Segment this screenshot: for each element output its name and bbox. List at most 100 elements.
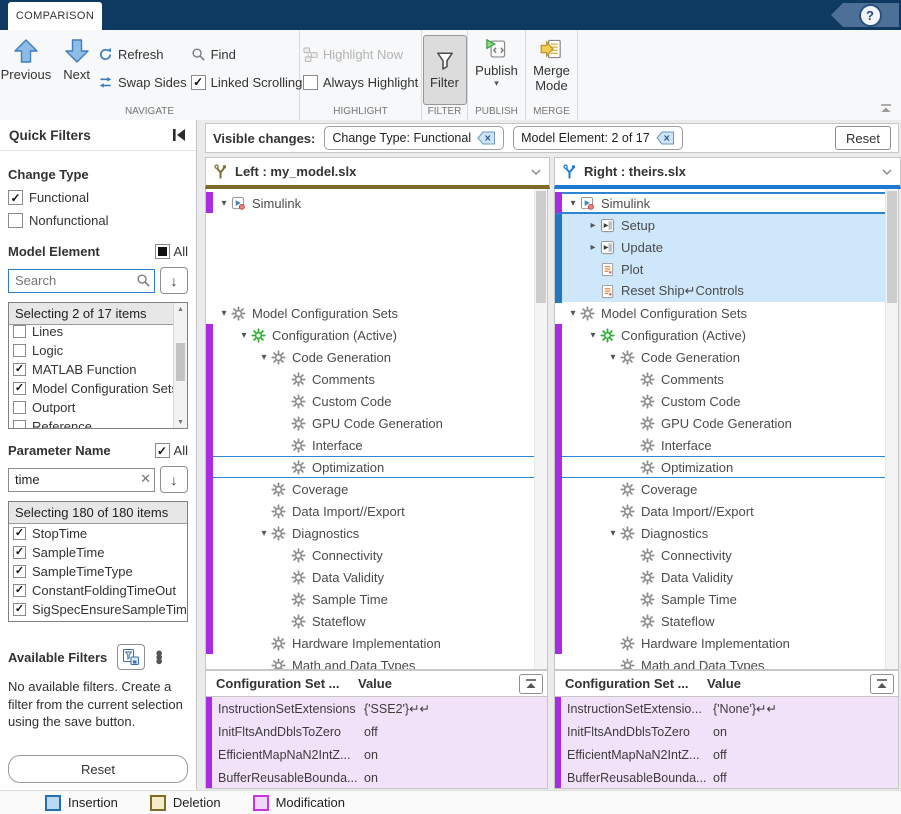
scroll-up-arrow[interactable]: ▲ [174, 303, 187, 315]
model-element-search-input[interactable] [8, 269, 155, 293]
tree-row[interactable]: Interface [206, 434, 547, 456]
list-item[interactable]: ConstantFoldingTimeOut [9, 581, 187, 600]
expander-expanded-icon[interactable]: ▾ [566, 308, 580, 319]
collapse-table-button[interactable] [519, 674, 543, 694]
tree-row[interactable]: Hardware Implementation [555, 632, 898, 654]
model-element-expand-button[interactable]: ↓ [160, 267, 188, 294]
right-tree-scrollbar[interactable] [885, 189, 898, 669]
list-item[interactable]: SampleTime [9, 543, 187, 562]
next-button[interactable]: Next [59, 35, 94, 85]
expander-expanded-icon[interactable]: ▾ [586, 330, 600, 341]
tree-row[interactable]: ▾ Model Configuration Sets [555, 302, 898, 324]
collapse-panel-left-button[interactable] [172, 128, 187, 142]
help-button[interactable]: ? [859, 4, 882, 27]
tree-row[interactable]: Connectivity [206, 544, 547, 566]
expander-expanded-icon[interactable]: ▾ [217, 308, 231, 319]
filter-chip-model-element[interactable]: Model Element: 2 of 17 [513, 126, 683, 150]
tree-row[interactable]: Hardware Implementation [206, 632, 547, 654]
tab-comparison[interactable]: COMPARISON [8, 2, 102, 30]
tree-row[interactable]: Stateflow [555, 610, 898, 632]
right-panel-header[interactable]: Right : theirs.slx [554, 157, 901, 189]
filter-chip-change-type[interactable]: Change Type: Functional [324, 126, 504, 150]
more-options-button[interactable]: ●●● [155, 651, 163, 663]
tree-row[interactable]: ▾ Diagnostics [206, 522, 547, 544]
tree-row[interactable]: ▾ Diagnostics [555, 522, 898, 544]
left-tree-scrollbar[interactable] [534, 189, 547, 669]
tree-row-partial[interactable]: Math and Data Types [555, 654, 898, 670]
list-item[interactable]: MATLAB Function [9, 360, 174, 379]
tree-row[interactable]: Stateflow [206, 610, 547, 632]
clear-icon[interactable]: ✕ [140, 471, 151, 487]
tree-row[interactable]: Data Validity [555, 566, 898, 588]
tree-row-partial[interactable]: Math and Data Types [206, 654, 547, 670]
publish-button[interactable]: Publish ▾ [471, 35, 522, 89]
highlight-now-button[interactable]: Highlight Now [303, 43, 418, 65]
table-row[interactable]: InitFltsAndDblsToZero off [212, 720, 547, 743]
merge-mode-button[interactable]: Merge Mode [529, 35, 574, 96]
model-element-all-checkbox[interactable]: All [155, 244, 188, 259]
list-item[interactable]: Outport [9, 398, 174, 417]
list-item[interactable]: Model Configuration Sets [9, 379, 174, 398]
tree-row-inserted[interactable]: Plot [555, 258, 898, 280]
find-button[interactable]: Find [191, 43, 303, 65]
remove-chip-icon[interactable] [656, 131, 675, 145]
table-row[interactable]: BufferReusableBounda... off [561, 766, 898, 789]
tree-row[interactable]: Custom Code [555, 390, 898, 412]
chevron-down-icon[interactable] [530, 168, 542, 176]
filter-toggle-button[interactable]: Filter [423, 35, 467, 105]
tree-row[interactable]: Data Import//Export [555, 500, 898, 522]
parameter-name-search-input[interactable] [8, 468, 155, 492]
tree-row[interactable]: ▾ Configuration (Active) [555, 324, 898, 346]
swap-sides-button[interactable]: Swap Sides [98, 71, 187, 93]
collapse-toolstrip-button[interactable] [879, 102, 893, 114]
expander-expanded-icon[interactable]: ▾ [606, 352, 620, 363]
tree-row[interactable]: Comments [555, 368, 898, 390]
tree-row-inserted[interactable]: ▸ Setup [555, 214, 898, 236]
tree-row[interactable]: ▾ Code Generation [555, 346, 898, 368]
scrollbar-thumb[interactable] [887, 191, 897, 303]
parameter-name-expand-button[interactable]: ↓ [160, 466, 188, 493]
tree-row[interactable]: Data Validity [206, 566, 547, 588]
nonfunctional-checkbox[interactable]: Nonfunctional [8, 213, 188, 228]
tree-row[interactable]: GPU Code Generation [555, 412, 898, 434]
scroll-down-arrow[interactable]: ▼ [174, 416, 187, 428]
linked-scrolling-checkbox[interactable]: Linked Scrolling [191, 71, 303, 93]
tree-row-selected[interactable]: ▾ Simulink [555, 192, 898, 214]
expander-expanded-icon[interactable]: ▾ [257, 528, 271, 539]
tree-row[interactable]: Coverage [555, 478, 898, 500]
parameter-name-all-checkbox[interactable]: All [155, 443, 188, 458]
reset-filters-button[interactable]: Reset [835, 126, 891, 150]
tree-row[interactable]: ▾ Configuration (Active) [206, 324, 547, 346]
table-row[interactable]: InitFltsAndDblsToZero on [561, 720, 898, 743]
list-item[interactable]: StopTime [9, 524, 187, 543]
expander-expanded-icon[interactable]: ▾ [217, 198, 231, 209]
tree-row[interactable]: GPU Code Generation [206, 412, 547, 434]
tree-row[interactable]: Custom Code [206, 390, 547, 412]
sidebar-reset-button[interactable]: Reset [8, 755, 188, 783]
expander-expanded-icon[interactable]: ▾ [566, 198, 580, 209]
tree-row[interactable]: Coverage [206, 478, 547, 500]
save-filter-button[interactable] [117, 644, 145, 670]
tree-row[interactable]: ▾ Simulink [206, 192, 547, 214]
left-panel-header[interactable]: Left : my_model.slx [205, 157, 550, 189]
previous-button[interactable]: Previous [0, 35, 55, 85]
table-row[interactable]: InstructionSetExtensio... {'None'}↵↵ [561, 697, 898, 720]
list-item[interactable]: Logic [9, 341, 174, 360]
functional-checkbox[interactable]: Functional [8, 190, 188, 205]
table-row[interactable]: EfficientMapNaN2IntZ... on [212, 743, 547, 766]
list-item[interactable]: SigSpecEnsureSampleTimeMsg [9, 600, 187, 619]
expander-expanded-icon[interactable]: ▾ [257, 352, 271, 363]
tree-row-selected[interactable]: Optimization [206, 456, 547, 478]
scrollbar-thumb[interactable] [536, 191, 546, 303]
tree-row[interactable]: Connectivity [555, 544, 898, 566]
tree-row-selected[interactable]: Optimization [555, 456, 898, 478]
table-row[interactable]: EfficientMapNaN2IntZ... off [561, 743, 898, 766]
list-item[interactable]: SampleTimeType [9, 562, 187, 581]
list-item[interactable]: Reference [9, 417, 174, 428]
expander-expanded-icon[interactable]: ▾ [606, 528, 620, 539]
list-item[interactable]: Lines [9, 322, 174, 341]
tree-row[interactable]: ▾ Code Generation [206, 346, 547, 368]
tree-row[interactable]: Interface [555, 434, 898, 456]
expander-expanded-icon[interactable]: ▾ [237, 330, 251, 341]
table-row[interactable]: InstructionSetExtensions {'SSE2'}↵↵ [212, 697, 547, 720]
